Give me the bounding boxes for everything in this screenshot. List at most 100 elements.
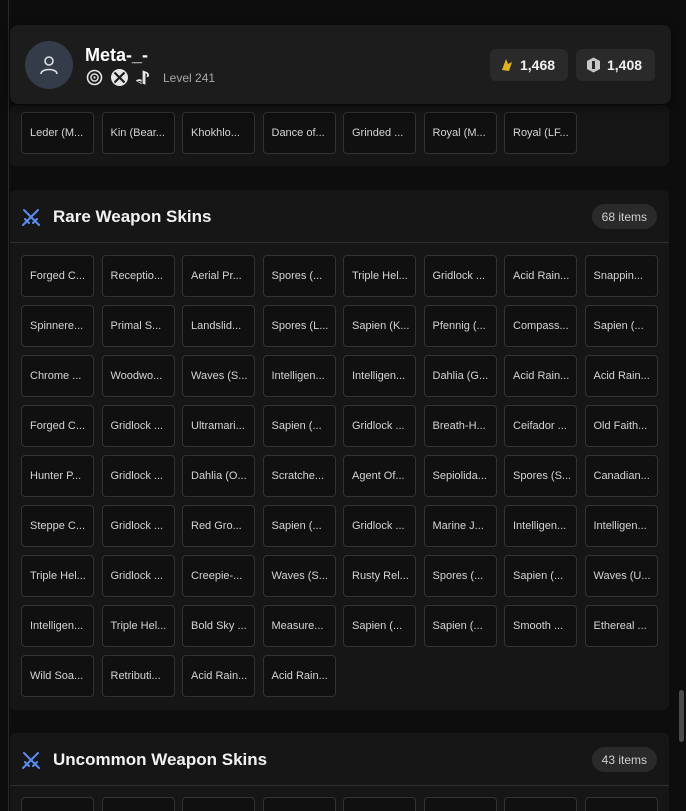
item-tile[interactable]: Old Faith... [584,405,658,447]
item-tile[interactable]: Ceifador ... [504,405,577,447]
item-tile[interactable]: Intelligen... [584,505,658,547]
section-title: Uncommon Weapon Skins [53,750,268,769]
item-tile[interactable]: Landslid... [182,305,255,347]
crossed-swords-icon [22,209,40,226]
item-tile[interactable]: Rusty Rel... [343,555,416,597]
item-tile[interactable]: Acid Rain... [584,355,658,397]
item-tile[interactable]: Dahlia (O... [182,455,255,497]
item-tile[interactable]: Dance of... [262,112,336,154]
item-tile[interactable]: Triple Hel... [21,555,94,597]
player-level: Level 241 [163,70,216,85]
item-tile[interactable]: Acid Rain... [504,355,577,397]
item-tile[interactable] [262,797,336,811]
item-tile[interactable]: Agent Of... [343,455,416,497]
item-tile[interactable]: Sapien (K... [343,305,416,347]
scrollbar-thumb[interactable] [679,690,684,742]
item-tile[interactable]: Aerial Pr... [182,255,255,297]
item-tile[interactable]: Receptio... [101,255,175,297]
item-tile[interactable]: Khokhlo... [182,112,255,154]
section-previous: Leder (M... Kin (Bear... Khokhlo... Dance o… [10,105,669,166]
item-tile[interactable]: Red Gro... [182,505,255,547]
item-tile[interactable]: Kin (Bear... [101,112,175,154]
item-tile[interactable]: Primal S... [101,305,175,347]
item-tile[interactable]: Dahlia (G... [423,355,497,397]
item-tile[interactable] [101,797,175,811]
item-tile[interactable]: Royal (M... [423,112,497,154]
item-tile[interactable]: Canadian... [584,455,658,497]
item-tile[interactable]: Measure... [262,605,336,647]
item-tile[interactable]: Sepiolida... [423,455,497,497]
item-tile[interactable]: Intelligen... [343,355,416,397]
item-tile[interactable]: Smooth ... [504,605,577,647]
item-tile[interactable]: Acid Rain... [504,255,577,297]
item-tile[interactable] [423,797,497,811]
item-tile[interactable]: Bold Sky ... [182,605,255,647]
item-tile[interactable] [182,797,255,811]
item-tile[interactable]: Gridlock ... [101,405,175,447]
item-tile[interactable]: Retributi... [101,655,175,697]
item-tile[interactable]: Sapien (... [504,555,577,597]
item-tile[interactable]: Steppe C... [21,505,94,547]
username: Meta-_- [85,45,149,65]
item-tile[interactable]: Gridlock ... [101,505,175,547]
renown-value: 1,468 [520,57,556,73]
avatar[interactable] [25,41,73,89]
item-tile[interactable]: Leder (M... [21,112,94,154]
item-tile[interactable]: Pfennig (... [423,305,497,347]
item-tile[interactable]: Acid Rain... [182,655,255,697]
item-tile[interactable]: Scratche... [262,455,336,497]
item-tile[interactable]: Sapien (... [262,405,336,447]
item-tile[interactable]: Wild Soa... [21,655,94,697]
item-tile[interactable]: Spinnere... [21,305,94,347]
item-tile[interactable]: Forged C... [21,405,94,447]
section-header[interactable]: Rare Weapon Skins 68 items [10,190,669,243]
item-tile[interactable]: Snappin... [584,255,658,297]
item-tile[interactable]: Acid Rain... [262,655,336,697]
item-tile[interactable]: Ultramari... [182,405,255,447]
item-tile[interactable]: Triple Hel... [101,605,175,647]
item-tile[interactable]: Spores (L... [262,305,336,347]
item-tile[interactable] [584,797,658,811]
item-tile[interactable]: Waves (S... [182,355,255,397]
section-uncommon-weapon-skins: Uncommon Weapon Skins 43 items [10,733,669,811]
item-tile[interactable]: Chrome ... [21,355,94,397]
renown-balance[interactable]: 1,468 [490,49,568,81]
item-tile[interactable]: Spores (... [262,255,336,297]
item-tile[interactable]: Triple Hel... [343,255,416,297]
item-tile[interactable]: Gridlock ... [343,505,416,547]
item-tile[interactable]: Intelligen... [21,605,94,647]
item-tile[interactable] [343,797,416,811]
item-tile[interactable]: Royal (LF... [504,112,577,154]
section-header[interactable]: Uncommon Weapon Skins 43 items [10,733,669,786]
item-tile[interactable]: Hunter P... [21,455,94,497]
item-tile[interactable]: Gridlock ... [101,555,175,597]
item-tile[interactable]: Breath-H... [423,405,497,447]
item-count-badge: 68 items [591,204,657,229]
item-tile[interactable]: Woodwo... [101,355,175,397]
item-tile[interactable]: Sapien (... [343,605,416,647]
renown-icon [502,59,512,71]
item-tile[interactable]: Marine J... [423,505,497,547]
item-tile[interactable]: Waves (S... [262,555,336,597]
item-tile[interactable]: Sapien (... [584,305,658,347]
item-tile[interactable]: Compass... [504,305,577,347]
item-tile[interactable]: Sapien (... [423,605,497,647]
item-tile[interactable] [504,797,577,811]
item-tile[interactable]: Sapien (... [262,505,336,547]
item-tile[interactable]: Spores (... [423,555,497,597]
item-tile[interactable]: Forged C... [21,255,94,297]
item-tile[interactable]: Grinded ... [343,112,416,154]
item-tile[interactable] [21,797,94,811]
item-tile[interactable]: Creepie-... [182,555,255,597]
item-tile[interactable]: Waves (U... [584,555,658,597]
item-tile[interactable]: Intelligen... [262,355,336,397]
item-tile[interactable]: Gridlock ... [343,405,416,447]
item-tile[interactable]: Intelligen... [504,505,577,547]
credits-balance[interactable]: 1,408 [576,49,655,81]
crossed-swords-icon [22,752,40,769]
item-tile[interactable]: Ethereal ... [584,605,658,647]
item-tile[interactable]: Gridlock ... [101,455,175,497]
item-tile[interactable]: Spores (S... [504,455,577,497]
item-tile[interactable]: Gridlock ... [423,255,497,297]
left-divider [8,0,9,811]
